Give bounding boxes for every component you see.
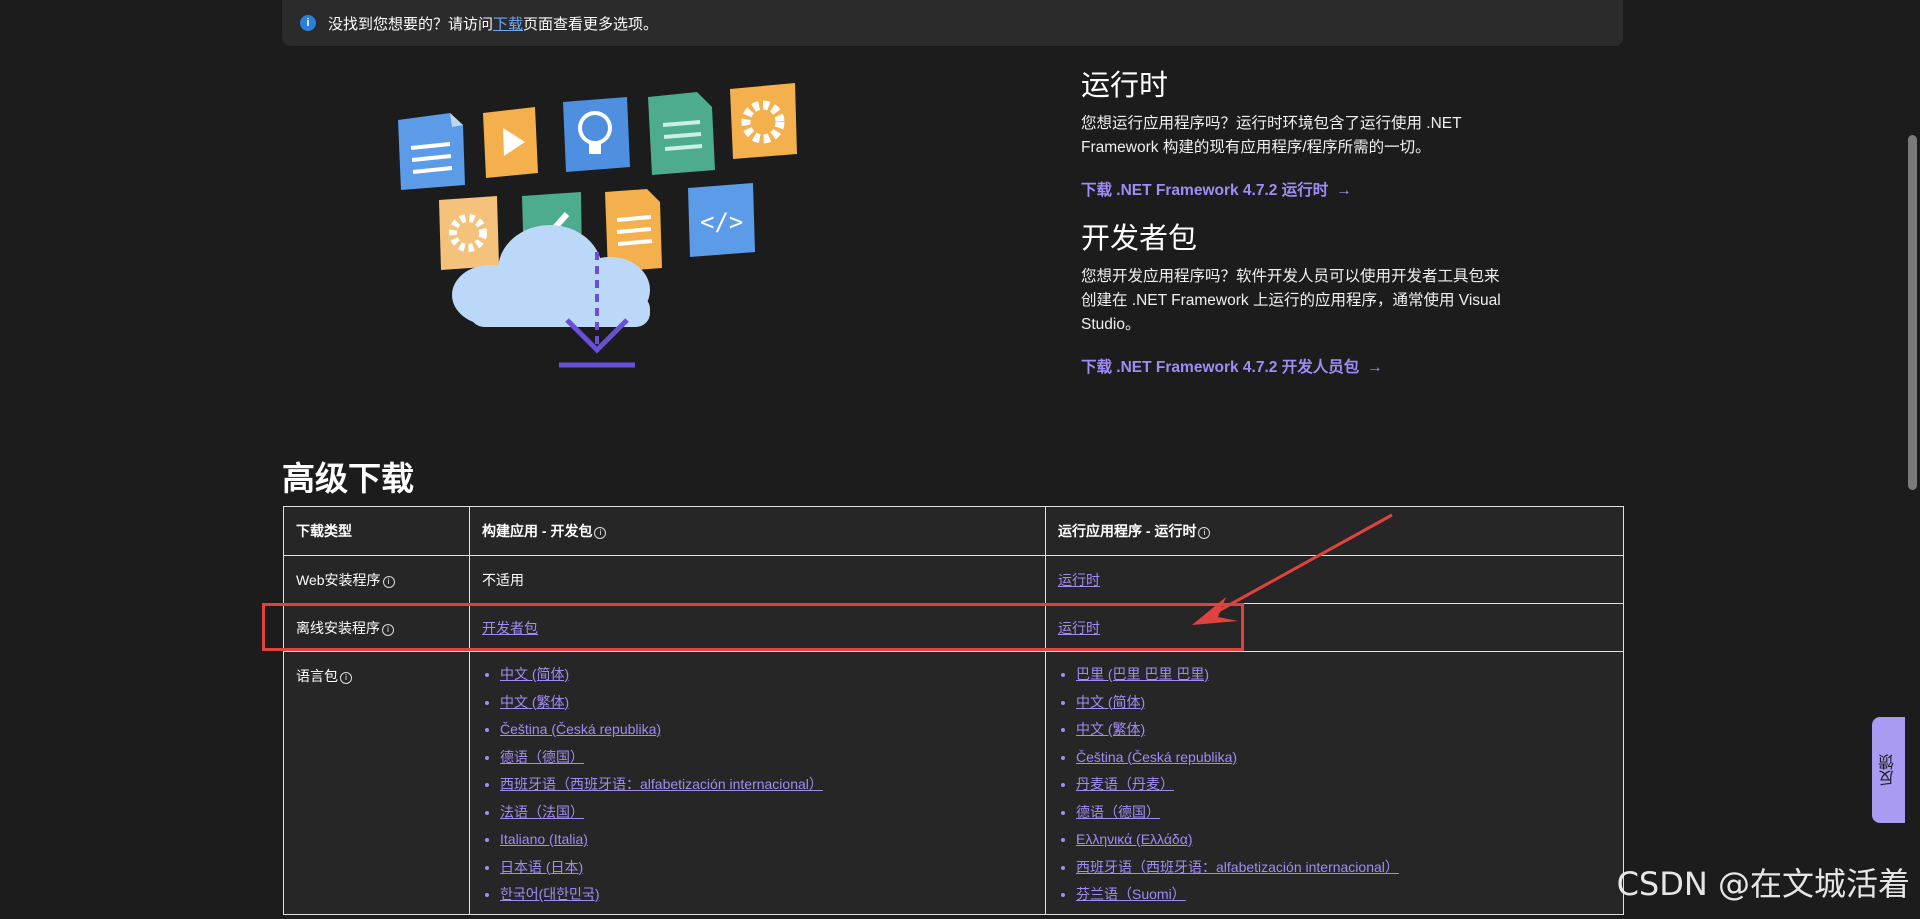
gear-small-icon xyxy=(439,196,499,270)
advanced-downloads-title: 高级下载 xyxy=(282,460,414,497)
offline-runtime-link[interactable]: 运行时 xyxy=(1058,620,1100,636)
list-item: 中文 (繁体) xyxy=(1076,721,1611,749)
list-item: 德语（德国） xyxy=(1076,804,1611,832)
cell-build-langs: 中文 (简体) 中文 (繁体) Čeština (Česká republika… xyxy=(469,651,1046,915)
watermark: CSDN @在文城活着 xyxy=(1616,865,1910,903)
language-link[interactable]: 芬兰语（Suomi） xyxy=(1076,886,1186,902)
cell-run-langs: 巴里 (巴里 巴里 巴里) 中文 (简体) 中文 (繁体) Čeština (Č… xyxy=(1045,651,1624,915)
scrollbar-thumb[interactable] xyxy=(1908,135,1917,490)
language-link[interactable]: 法语（法国） xyxy=(500,804,584,820)
download-runtime-label: 下载 .NET Framework 4.7.2 运行时 xyxy=(1081,182,1329,199)
info-icon[interactable]: i xyxy=(340,672,352,684)
language-link[interactable]: 巴里 (巴里 巴里 巴里) xyxy=(1076,666,1209,682)
devpack-card: 开发者包 您想开发应用程序吗？软件开发人员可以使用开发者工具包来创建在 .NET… xyxy=(1081,215,1511,377)
table-row-web-installer: Web安装程序 i 不适用 运行时 xyxy=(283,555,1624,604)
header-run-apps: 运行应用程序 - 运行时 i xyxy=(1045,506,1624,556)
list-item: 西班牙语（西班牙语：alfabetización internacional） xyxy=(1076,859,1611,887)
banner-prefix: 没找到您想要的？请访问 xyxy=(328,15,494,33)
lightbulb-icon xyxy=(563,97,630,172)
list-item: 日本语 (日本) xyxy=(500,859,1033,887)
play-icon xyxy=(483,107,538,178)
language-link[interactable]: Italiano (Italia) xyxy=(500,831,588,847)
list-item: 德语（德国） xyxy=(500,749,1033,777)
table-header-row: 下载类型 构建应用 - 开发包 i 运行应用程序 - 运行时 i xyxy=(283,506,1624,556)
language-link[interactable]: 西班牙语（西班牙语：alfabetización internacional） xyxy=(1076,859,1399,875)
gear-icon xyxy=(730,83,797,159)
feedback-label: 反馈 xyxy=(1880,754,1897,786)
info-icon[interactable]: i xyxy=(382,575,395,588)
list-item: Čeština (Česká republika) xyxy=(500,721,1033,749)
arrow-right-icon: → xyxy=(1367,359,1383,376)
list-item: 芬兰语（Suomi） xyxy=(1076,886,1611,914)
list-item: 丹麦语（丹麦） xyxy=(1076,776,1611,804)
download-runtime-link[interactable]: 下载 .NET Framework 4.7.2 运行时 → xyxy=(1081,178,1352,200)
cell-type: Web安装程序 i xyxy=(283,555,470,604)
language-link[interactable]: Ελληνικά (Ελλάδα) xyxy=(1076,831,1192,847)
offline-devpack-link[interactable]: 开发者包 xyxy=(482,620,538,636)
language-link[interactable]: 中文 (简体) xyxy=(1076,694,1145,710)
svg-text:</>: </> xyxy=(700,208,743,236)
arrow-right-icon: → xyxy=(1336,182,1352,199)
list-item: Italiano (Italia) xyxy=(500,831,1033,859)
info-icon: i xyxy=(300,15,316,31)
doc-lines-icon xyxy=(398,113,465,190)
language-link[interactable]: 日本语 (日本) xyxy=(500,859,583,875)
language-link[interactable]: 한국어(대한민국) xyxy=(500,886,599,902)
list-item: Ελληνικά (Ελλάδα) xyxy=(1076,831,1611,859)
language-link[interactable]: 西班牙语（西班牙语：alfabetización internacional） xyxy=(500,776,823,792)
list-item: 法语（法国） xyxy=(500,804,1033,832)
feedback-button[interactable]: 反馈 xyxy=(1872,717,1906,823)
language-link[interactable]: 德语（德国） xyxy=(1076,804,1160,820)
devpack-title: 开发者包 xyxy=(1081,223,1198,255)
list-item: 中文 (简体) xyxy=(1076,694,1611,722)
cell-type: 语言包 i xyxy=(283,651,470,915)
runtime-card: 运行时 您想运行应用程序吗？运行时环境包含了运行使用 .NET Framewor… xyxy=(1081,62,1511,200)
cell-run: 运行时 xyxy=(1045,603,1624,652)
table-row-offline-installer: 离线安装程序 i 开发者包 运行时 xyxy=(283,603,1624,652)
language-link[interactable]: 中文 (繁体) xyxy=(500,694,569,710)
list-item: 中文 (繁体) xyxy=(500,694,1033,722)
list-item: 한국어(대한민국) xyxy=(500,886,1033,914)
cell-build: 不适用 xyxy=(469,555,1046,604)
info-icon[interactable]: i xyxy=(1198,527,1211,539)
info-banner: i 没找到您想要的？请访问 下载 页面查看更多选项。 xyxy=(282,0,1623,46)
header-build-apps: 构建应用 - 开发包 i xyxy=(469,506,1046,556)
cell-build: 开发者包 xyxy=(469,603,1046,652)
table-row-language-packs: 语言包i 中文 (简体) 中文 (繁体) Čeština (Česká repu… xyxy=(283,651,1624,915)
devpack-description: 您想开发应用程序吗？软件开发人员可以使用开发者工具包来创建在 .NET Fram… xyxy=(1081,268,1501,333)
cell-run: 运行时 xyxy=(1045,555,1624,604)
info-icon[interactable]: i xyxy=(594,527,607,539)
language-link[interactable]: Čeština (Česká republika) xyxy=(500,721,661,737)
list-item: 巴里 (巴里 巴里 巴里) xyxy=(1076,666,1611,694)
runtime-title: 运行时 xyxy=(1081,70,1169,102)
download-devpack-label: 下载 .NET Framework 4.7.2 开发人员包 xyxy=(1081,359,1360,376)
language-link[interactable]: 中文 (繁体) xyxy=(1076,721,1145,737)
list-item: Čeština (Česká republika) xyxy=(1076,749,1611,777)
list-item: 中文 (简体) xyxy=(500,666,1033,694)
advanced-downloads-table: 下载类型 构建应用 - 开发包 i 运行应用程序 - 运行时 i Web安装程序 i … xyxy=(283,506,1624,915)
language-link[interactable]: 德语（德国） xyxy=(500,749,584,765)
doc-green-icon xyxy=(648,92,715,175)
header-download-type: 下载类型 xyxy=(283,506,470,556)
runtime-description: 您想运行应用程序吗？运行时环境包含了运行使用 .NET Framework 构建… xyxy=(1081,115,1462,156)
list-item: 西班牙语（西班牙语：alfabetización internacional） xyxy=(500,776,1033,804)
run-language-list: 巴里 (巴里 巴里 巴里) 中文 (简体) 中文 (繁体) Čeština (Č… xyxy=(1058,666,1611,914)
language-link[interactable]: 丹麦语（丹麦） xyxy=(1076,776,1174,792)
scrollbar[interactable] xyxy=(1905,0,1920,919)
download-illustration: </> xyxy=(398,83,797,368)
build-language-list: 中文 (简体) 中文 (繁体) Čeština (Česká republika… xyxy=(482,666,1033,914)
language-link[interactable]: 中文 (简体) xyxy=(500,666,569,682)
cell-type: 离线安装程序 i xyxy=(283,603,470,652)
info-icon[interactable]: i xyxy=(382,623,394,636)
language-link[interactable]: Čeština (Česká republika) xyxy=(1076,749,1237,765)
download-devpack-link[interactable]: 下载 .NET Framework 4.7.2 开发人员包 → xyxy=(1081,355,1383,377)
web-runtime-link[interactable]: 运行时 xyxy=(1058,572,1100,588)
banner-suffix: 页面查看更多选项。 xyxy=(523,15,659,33)
banner-download-link[interactable]: 下载 xyxy=(493,13,523,34)
code-icon: </> xyxy=(688,183,755,257)
